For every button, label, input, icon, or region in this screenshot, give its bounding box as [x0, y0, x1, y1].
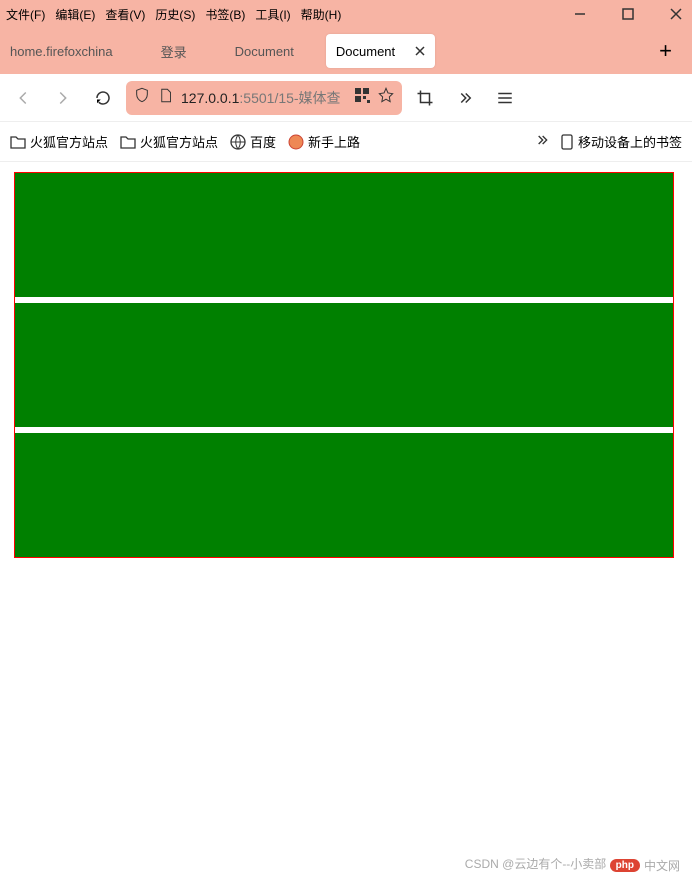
menu-tools[interactable]: 工具(I) — [255, 6, 290, 23]
window-maximize-button[interactable] — [616, 2, 640, 26]
bookmark-overflow-icon[interactable] — [534, 132, 550, 151]
tab-3[interactable]: Document — [235, 44, 294, 59]
tab-close-button[interactable] — [415, 44, 425, 59]
new-tab-button[interactable]: + — [659, 38, 672, 64]
window-minimize-button[interactable] — [568, 2, 592, 26]
tab-2[interactable]: 登录 — [161, 42, 187, 61]
tab-1[interactable]: home.firefoxchina — [10, 44, 113, 59]
tab-bar: home.firefoxchina 登录 Document Document + — [0, 28, 692, 74]
demo-container — [14, 172, 674, 558]
star-icon[interactable] — [378, 87, 394, 108]
back-button[interactable] — [6, 81, 40, 115]
menu-bar: 文件(F) 编辑(E) 查看(V) 历史(S) 书签(B) 工具(I) 帮助(H… — [0, 0, 692, 28]
watermark: CSDN @云边有个--小卖部 php中文网 — [465, 855, 680, 874]
crop-icon[interactable] — [408, 81, 442, 115]
green-box-3 — [15, 433, 673, 557]
menu-file[interactable]: 文件(F) — [6, 6, 45, 23]
mobile-bookmarks[interactable]: 移动设备上的书签 — [560, 132, 682, 151]
nav-toolbar: 127.0.0.1:5501/15-媒体查 — [0, 74, 692, 122]
menu-help[interactable]: 帮助(H) — [301, 6, 342, 23]
hamburger-icon[interactable] — [488, 81, 522, 115]
bookmark-baidu[interactable]: 百度 — [230, 132, 276, 151]
menu-bookmarks[interactable]: 书签(B) — [205, 6, 245, 23]
green-box-1 — [15, 173, 673, 297]
window-close-button[interactable] — [664, 2, 688, 26]
page-icon — [158, 88, 173, 108]
menu-view[interactable]: 查看(V) — [105, 6, 145, 23]
bookmark-getting-started[interactable]: 新手上路 — [288, 132, 360, 151]
bookmark-folder-1[interactable]: 火狐官方站点 — [10, 132, 108, 151]
tab-active[interactable]: Document — [326, 34, 435, 68]
qr-icon[interactable] — [354, 87, 370, 108]
bookmark-folder-2[interactable]: 火狐官方站点 — [120, 132, 218, 151]
tab-active-label: Document — [336, 44, 395, 59]
url-text: 127.0.0.1:5501/15-媒体查 — [181, 88, 341, 108]
green-box-2 — [15, 303, 673, 427]
bookmarks-toolbar: 火狐官方站点 火狐官方站点 百度 新手上路 移动设备上的书签 — [0, 122, 692, 162]
page-content — [0, 162, 692, 568]
overflow-icon[interactable] — [448, 81, 482, 115]
url-bar[interactable]: 127.0.0.1:5501/15-媒体查 — [126, 81, 402, 115]
reload-button[interactable] — [86, 81, 120, 115]
menu-history[interactable]: 历史(S) — [155, 6, 195, 23]
shield-icon[interactable] — [134, 87, 150, 108]
forward-button[interactable] — [46, 81, 80, 115]
menu-edit[interactable]: 编辑(E) — [55, 6, 95, 23]
